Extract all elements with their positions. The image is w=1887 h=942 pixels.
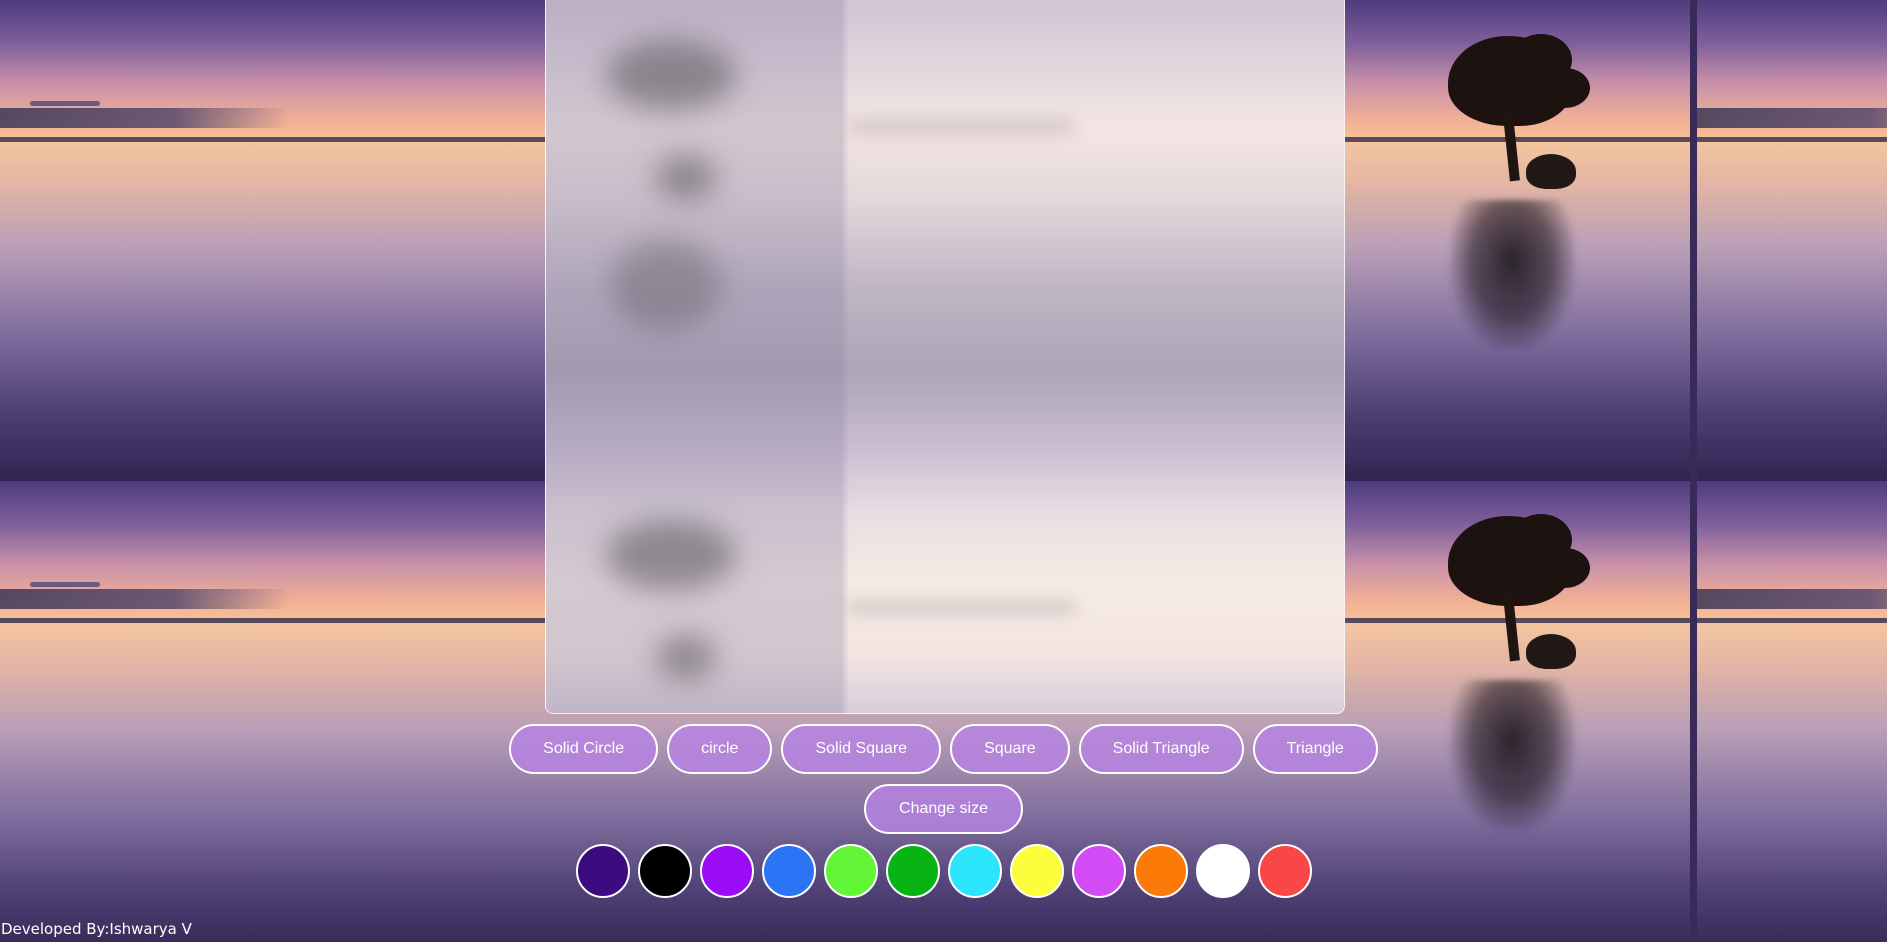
blurred-cloud-shape	[846, 120, 1076, 134]
color-palette	[0, 844, 1887, 898]
color-swatch-red[interactable]	[1257, 844, 1312, 898]
triangle-button[interactable]: Triangle	[1252, 724, 1378, 774]
developer-credit: Developed By:Ishwarya V	[1, 920, 192, 938]
blurred-tree-shape	[611, 240, 721, 330]
solid-triangle-button[interactable]: Solid Triangle	[1078, 724, 1244, 774]
color-swatch-orange[interactable]	[1133, 844, 1188, 898]
blurred-cloud-shape	[846, 600, 1076, 614]
color-swatch-green[interactable]	[885, 844, 940, 898]
blurred-tree-shape	[656, 155, 716, 200]
color-swatch-cyan[interactable]	[947, 844, 1002, 898]
color-swatch-lime[interactable]	[823, 844, 878, 898]
drawing-canvas[interactable]	[545, 0, 1345, 714]
blurred-tree-shape	[606, 40, 736, 110]
blurred-tree-shape	[656, 635, 716, 680]
shape-toolbar: Solid Circle circle Solid Square Square …	[0, 724, 1887, 774]
color-swatch-indigo[interactable]	[575, 844, 630, 898]
color-swatch-orchid[interactable]	[1071, 844, 1126, 898]
square-button[interactable]: Square	[950, 724, 1070, 774]
solid-square-button[interactable]: Solid Square	[781, 724, 942, 774]
color-swatch-violet[interactable]	[699, 844, 754, 898]
circle-button[interactable]: circle	[667, 724, 773, 774]
color-swatch-white[interactable]	[1195, 844, 1250, 898]
change-size-button[interactable]: Change size	[864, 784, 1023, 834]
tree-reflection	[1450, 200, 1575, 350]
solid-circle-button[interactable]: Solid Circle	[509, 724, 659, 774]
size-toolbar: Change size	[0, 784, 1887, 834]
background-tile	[1697, 0, 1887, 481]
blurred-tree-shape	[606, 520, 736, 590]
color-swatch-blue[interactable]	[761, 844, 816, 898]
color-swatch-black[interactable]	[637, 844, 692, 898]
color-swatch-yellow[interactable]	[1009, 844, 1064, 898]
